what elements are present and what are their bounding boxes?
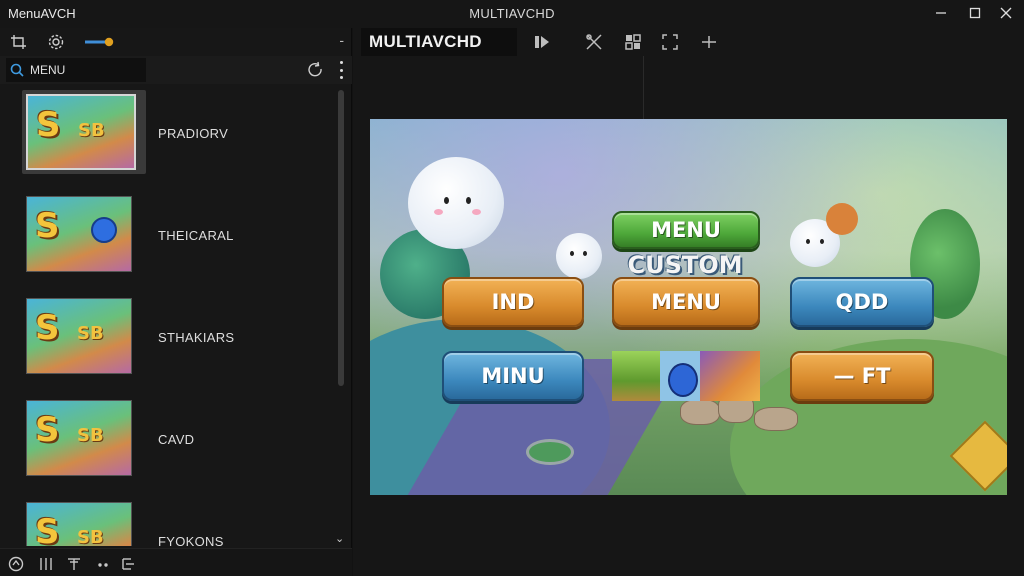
collapse-button[interactable]: - — [339, 32, 344, 48]
search-row — [0, 56, 352, 84]
refresh-icon — [308, 61, 322, 77]
columns-button[interactable] — [38, 556, 54, 572]
thumbnail-logo: S — [35, 410, 60, 450]
thumbnail-frame: S SB — [22, 90, 146, 174]
thumbnail: S — [26, 196, 132, 272]
preview-tab[interactable]: MULTIAVCHD — [361, 28, 517, 56]
thumbnail-frame: S SB — [22, 294, 146, 378]
tools-icon — [586, 34, 602, 50]
maximize-icon — [969, 7, 981, 19]
list-item-label: PRADIORV — [158, 126, 229, 141]
thumbnail: S SB — [26, 502, 132, 546]
character-tile — [660, 351, 700, 401]
thumbnail: S SB — [26, 298, 132, 374]
window-title: MULTIAVCHD — [469, 6, 555, 21]
expand-icon — [662, 34, 678, 50]
grid-button[interactable] — [622, 32, 644, 52]
ind-button[interactable]: IND — [442, 277, 584, 327]
minu-button[interactable]: MINU — [442, 351, 584, 401]
home-icon — [8, 556, 24, 572]
ghost-character — [408, 157, 504, 249]
thumbnail-logo: S — [35, 308, 60, 348]
left-panel: - S SB — [0, 28, 352, 576]
search-field[interactable] — [6, 58, 146, 82]
thumbnail-logo-small: SB — [77, 323, 104, 344]
add-icon — [702, 36, 716, 48]
grid-icon — [625, 34, 641, 50]
character-strip — [612, 351, 760, 401]
thumbnail-frame: S — [22, 192, 146, 276]
title-bar: MenuAVCH MULTIAVCHD — [0, 0, 1024, 28]
chevron-down-icon[interactable]: ⌄ — [335, 532, 344, 545]
bottom-toolbar — [0, 548, 352, 576]
list-item-label: STHAKIARS — [158, 330, 235, 345]
ft-button[interactable]: — FT — [790, 351, 934, 401]
crop-button[interactable] — [8, 32, 30, 52]
character-figure — [91, 217, 117, 243]
list-icon — [122, 558, 134, 570]
dots-icon — [98, 563, 108, 567]
menu-top-button[interactable]: MENU — [612, 211, 760, 249]
menu-preview: MENU CUSTOM IND MENU QDD MINU — FT — [370, 119, 1007, 495]
tools-button[interactable] — [583, 32, 605, 52]
scrollbar-thumb[interactable] — [338, 90, 344, 386]
minimize-button[interactable] — [926, 2, 956, 24]
play-button[interactable] — [531, 32, 553, 52]
thumbnail-frame: S SB — [22, 396, 146, 480]
basin-scenery — [526, 439, 574, 465]
thumbnail-logo: S — [36, 105, 61, 145]
search-input[interactable] — [30, 63, 130, 77]
dots-button[interactable] — [96, 556, 112, 572]
menu-list: S SB PRADIORV S THEICARAL S SB STHAKIARS… — [0, 84, 340, 546]
list-item[interactable]: S THEICARAL — [0, 192, 340, 284]
left-toolbar: - — [0, 28, 352, 56]
pin-icon — [68, 558, 80, 570]
ghost-character — [556, 233, 602, 279]
minimize-icon — [936, 12, 946, 14]
list-item-label: THEICARAL — [158, 228, 234, 243]
crop-icon — [11, 35, 26, 49]
list-item[interactable]: S SB FYOKONS — [0, 498, 340, 546]
list-item[interactable]: S SB CAVD — [0, 396, 340, 488]
expand-button[interactable] — [659, 32, 681, 52]
thumbnail: S SB — [26, 400, 132, 476]
list-item[interactable]: S SB STHAKIARS — [0, 294, 340, 386]
more-button[interactable] — [337, 61, 345, 79]
pin-button[interactable] — [66, 556, 82, 572]
menu-center-button[interactable]: MENU — [612, 277, 760, 327]
character-tile — [700, 351, 760, 401]
close-icon — [1000, 7, 1012, 19]
add-button[interactable] — [698, 32, 720, 52]
thumbnail: S SB — [26, 94, 136, 170]
thumbnail-frame: S SB — [22, 498, 146, 546]
play-icon — [535, 36, 549, 48]
list-item[interactable]: S SB PRADIORV — [0, 90, 340, 182]
right-panel: MULTIAVCHD MENU CUSTOM IND MENU QDD MINU… — [353, 28, 1024, 576]
custom-title: CUSTOM — [627, 251, 743, 279]
panel-divider — [643, 56, 644, 120]
qdd-button[interactable]: QDD — [790, 277, 934, 327]
character-tile — [612, 351, 660, 401]
list-item-label: FYOKONS — [158, 534, 224, 546]
columns-icon — [40, 558, 52, 570]
close-button[interactable] — [991, 2, 1021, 24]
thumbnail-logo-small: SB — [78, 120, 105, 141]
list-button[interactable] — [120, 556, 136, 572]
toggle-icon — [85, 37, 114, 47]
gear-icon — [48, 34, 64, 50]
thumbnail-logo: S — [35, 206, 60, 246]
home-button[interactable] — [8, 556, 24, 572]
thumbnail-logo-small: SB — [77, 425, 104, 446]
refresh-button[interactable] — [306, 61, 324, 84]
search-icon — [10, 63, 24, 77]
list-item-label: CAVD — [158, 432, 195, 447]
right-toolbar: MULTIAVCHD — [353, 28, 1024, 56]
toggle-button[interactable] — [84, 32, 114, 52]
thumbnail-logo-small: SB — [77, 527, 104, 546]
maximize-button[interactable] — [960, 2, 990, 24]
thumbnail-logo: S — [35, 512, 60, 546]
settings-button[interactable] — [45, 32, 67, 52]
